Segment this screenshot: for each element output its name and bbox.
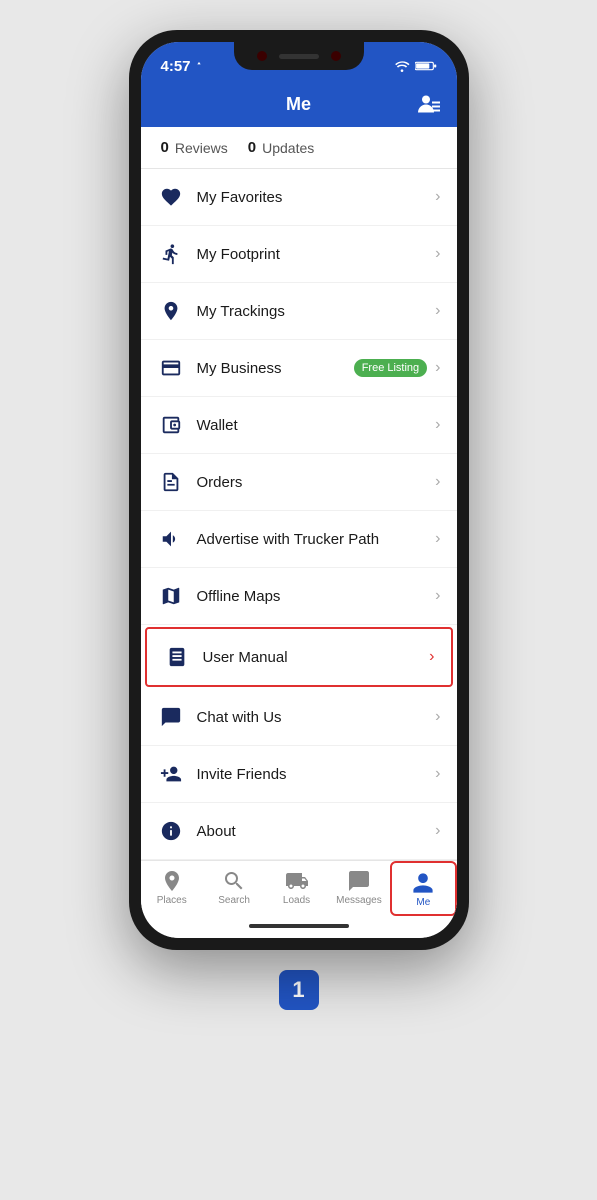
menu-item-user-manual[interactable]: User Manual › [145, 627, 453, 687]
menu-item-footprint[interactable]: My Footprint › [141, 226, 457, 283]
menu-item-offline-maps[interactable]: Offline Maps › [141, 568, 457, 625]
footprint-label: My Footprint [197, 246, 436, 263]
places-nav-label: Places [157, 895, 187, 906]
nav-item-messages[interactable]: Messages [328, 861, 390, 916]
nav-item-places[interactable]: Places [141, 861, 203, 916]
wifi-icon [394, 60, 410, 72]
page-number-badge: 1 [279, 970, 319, 1010]
nav-item-me[interactable]: Me [390, 861, 456, 916]
home-bar [249, 924, 349, 928]
offline-maps-chevron: › [435, 587, 440, 605]
orders-chevron: › [435, 473, 440, 491]
favorites-label: My Favorites [197, 189, 436, 206]
updates-label: Updates [262, 140, 314, 156]
wallet-label: Wallet [197, 417, 436, 434]
battery-icon [415, 60, 437, 72]
nav-item-loads[interactable]: Loads [265, 861, 327, 916]
footprint-chevron: › [435, 245, 440, 263]
home-indicator [141, 916, 457, 938]
camera-dot-right [331, 51, 341, 61]
profile-list-icon[interactable] [417, 94, 441, 119]
reviews-stat: 0 Reviews [161, 139, 228, 156]
invite-label: Invite Friends [197, 766, 436, 783]
heart-icon [157, 183, 185, 211]
about-icon [157, 817, 185, 845]
menu-item-advertise[interactable]: Advertise with Trucker Path › [141, 511, 457, 568]
wallet-icon [157, 411, 185, 439]
footprint-icon [157, 240, 185, 268]
orders-icon [157, 468, 185, 496]
speaker [279, 54, 319, 59]
messages-nav-label: Messages [336, 895, 382, 906]
phone-frame: 4:57 Me [129, 30, 469, 950]
business-chevron: › [435, 359, 440, 377]
about-label: About [197, 823, 436, 840]
bottom-nav: Places Search Loads [141, 860, 457, 916]
reviews-label: Reviews [175, 140, 228, 156]
about-chevron: › [435, 822, 440, 840]
nav-item-search[interactable]: Search [203, 861, 265, 916]
search-nav-label: Search [218, 895, 250, 906]
messages-icon [347, 869, 371, 893]
manual-icon [163, 643, 191, 671]
status-icons [394, 60, 437, 72]
notch [234, 42, 364, 70]
chat-label: Chat with Us [197, 709, 436, 726]
header-title: Me [286, 94, 311, 115]
reviews-count: 0 [161, 139, 169, 156]
updates-stat: 0 Updates [248, 139, 315, 156]
map-icon [157, 582, 185, 610]
status-time: 4:57 [161, 58, 204, 75]
advertise-label: Advertise with Trucker Path [197, 531, 436, 548]
menu-item-invite[interactable]: Invite Friends › [141, 746, 457, 803]
trackings-label: My Trackings [197, 303, 436, 320]
chat-icon [157, 703, 185, 731]
favorites-chevron: › [435, 188, 440, 206]
advertise-chevron: › [435, 530, 440, 548]
trackings-chevron: › [435, 302, 440, 320]
advertise-icon [157, 525, 185, 553]
search-icon [222, 869, 246, 893]
me-icon [411, 871, 435, 895]
menu-item-favorites[interactable]: My Favorites › [141, 169, 457, 226]
phone-screen: 4:57 Me [141, 42, 457, 938]
menu-item-orders[interactable]: Orders › [141, 454, 457, 511]
menu-list: My Favorites › My Footprint › My T [141, 169, 457, 860]
header: Me [141, 86, 457, 127]
chat-chevron: › [435, 708, 440, 726]
loads-icon [285, 869, 309, 893]
menu-item-wallet[interactable]: Wallet › [141, 397, 457, 454]
menu-item-trackings[interactable]: My Trackings › [141, 283, 457, 340]
stats-row: 0 Reviews 0 Updates [141, 127, 457, 169]
invite-chevron: › [435, 765, 440, 783]
user-manual-label: User Manual [203, 649, 430, 666]
page-wrapper: 4:57 Me [0, 0, 597, 1040]
invite-icon [157, 760, 185, 788]
updates-count: 0 [248, 139, 256, 156]
free-listing-badge: Free Listing [354, 359, 427, 377]
wallet-chevron: › [435, 416, 440, 434]
menu-item-about[interactable]: About › [141, 803, 457, 860]
menu-item-business[interactable]: My Business Free Listing › [141, 340, 457, 397]
menu-item-chat[interactable]: Chat with Us › [141, 689, 457, 746]
offline-maps-label: Offline Maps [197, 588, 436, 605]
camera-dot-left [257, 51, 267, 61]
business-label: My Business [197, 360, 354, 377]
tracking-icon [157, 297, 185, 325]
places-icon [160, 869, 184, 893]
orders-label: Orders [197, 474, 436, 491]
user-manual-chevron: › [429, 648, 434, 666]
loads-nav-label: Loads [283, 895, 310, 906]
business-icon [157, 354, 185, 382]
me-nav-label: Me [416, 897, 430, 908]
